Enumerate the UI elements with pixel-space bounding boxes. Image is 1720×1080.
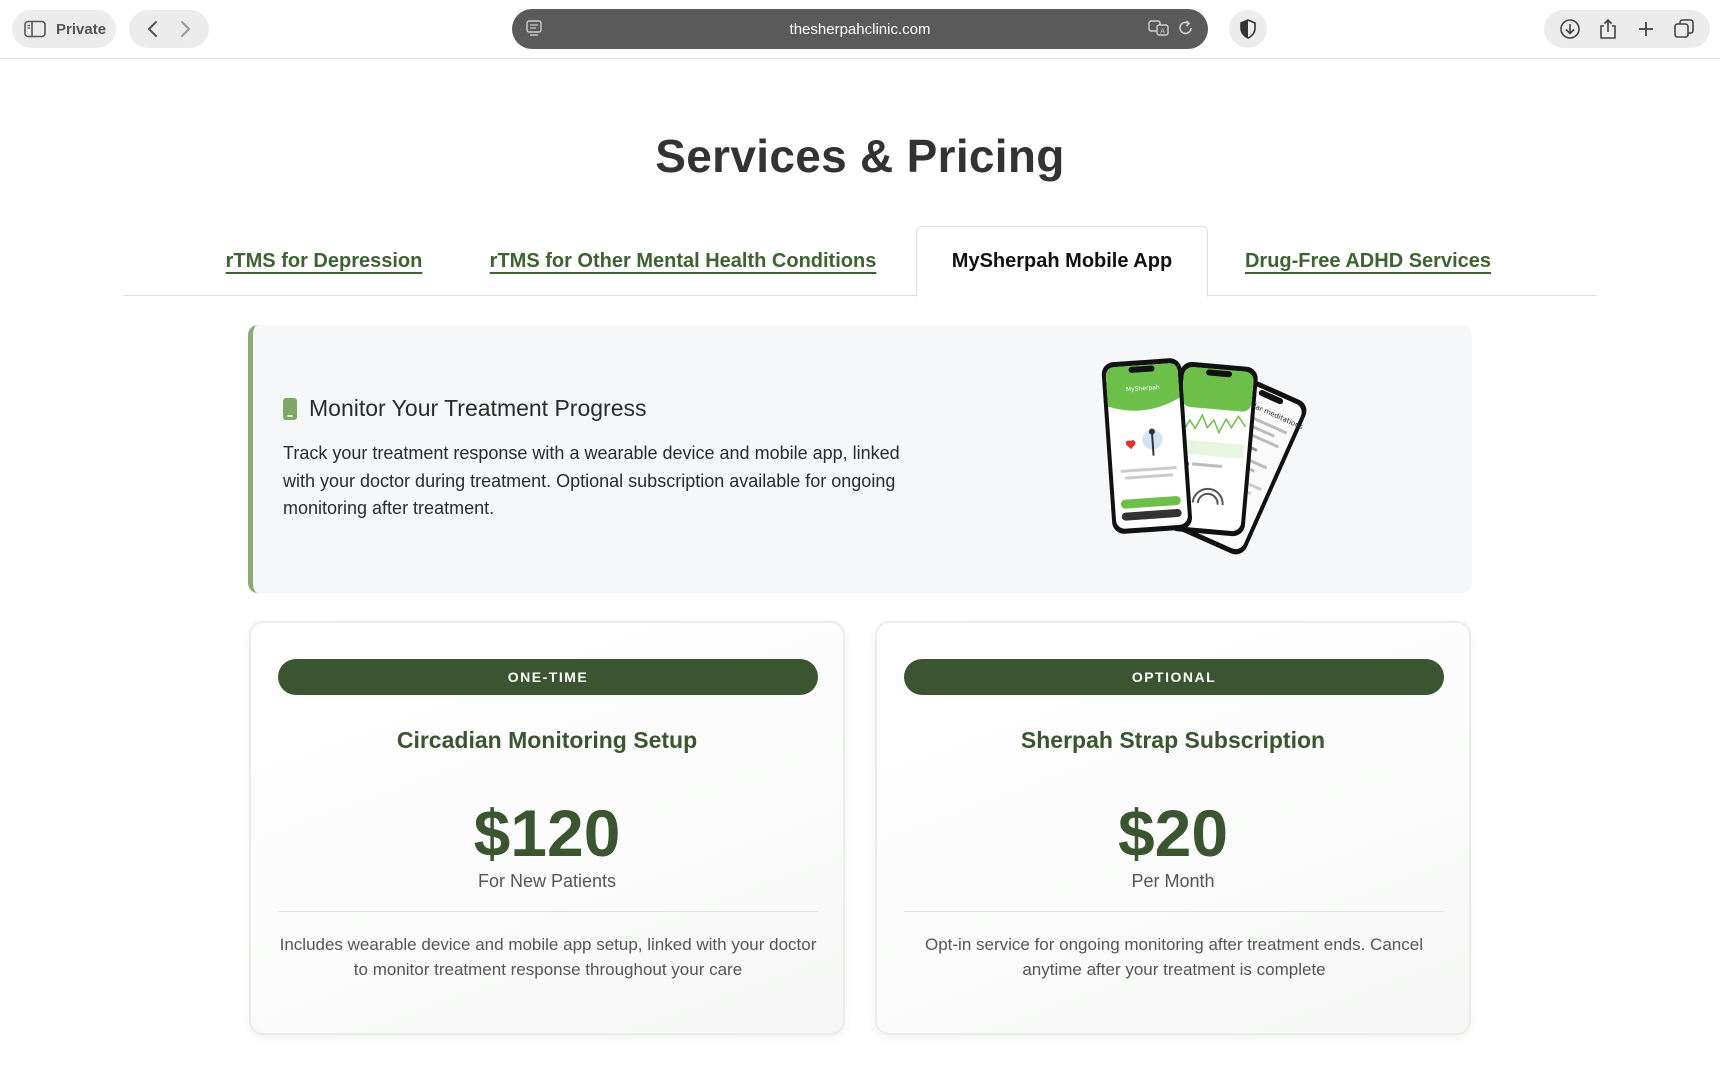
feature-title: Monitor Your Treatment Progress [309, 395, 647, 421]
price: $120 [473, 796, 621, 870]
card-title: Circadian Monitoring Setup [396, 727, 698, 753]
tab-overview-icon[interactable] [1673, 18, 1695, 40]
new-tab-icon[interactable] [1636, 19, 1656, 39]
address-bar[interactable]: thesherpahclinic.com A [512, 9, 1208, 49]
downloads-icon[interactable] [1559, 18, 1581, 40]
privacy-report-button[interactable] [1229, 10, 1267, 48]
mobile-phone-icon [283, 397, 297, 420]
pricing-card-subscription: OPTIONAL Sherpah Strap Subscription $20 … [875, 621, 1471, 1035]
tab-label: Drug-Free ADHD Services [1244, 249, 1491, 272]
toolbar-actions-pill [1544, 10, 1710, 48]
card-title: Sherpah Strap Subscription [1020, 727, 1326, 753]
card-description: Includes wearable device and mobile app … [279, 935, 817, 979]
divider [278, 911, 818, 912]
back-button[interactable] [146, 20, 160, 38]
tab-rtms-other-conditions[interactable]: rTMS for Other Mental Health Conditions [488, 226, 878, 296]
tab-label: rTMS for Other Mental Health Conditions [489, 249, 877, 272]
forward-button[interactable] [178, 20, 192, 38]
share-icon[interactable] [1598, 18, 1618, 40]
card-description: Opt-in service for ongoing monitoring af… [925, 935, 1423, 979]
badge-optional: OPTIONAL [904, 659, 1444, 695]
private-window-button[interactable]: Private [12, 10, 116, 48]
price-subtitle: Per Month [1131, 871, 1215, 891]
price-subtitle: For New Patients [477, 871, 617, 891]
translate-icon[interactable]: A [1148, 19, 1170, 37]
toolbar-actions [1544, 10, 1710, 48]
tab-rtms-depression[interactable]: rTMS for Depression [219, 226, 429, 296]
feature-description: Track your treatment response with a wea… [283, 443, 900, 518]
navigation-buttons [129, 10, 209, 48]
feature-panel: Monitor Your Treatment Progress Track yo… [248, 325, 1472, 593]
private-label: Private [56, 20, 107, 38]
app-phones-image: Popular meditations MySherpah [1089, 355, 1339, 570]
reload-icon[interactable] [1178, 19, 1194, 37]
tab-drug-free-adhd[interactable]: Drug-Free ADHD Services [1223, 226, 1513, 296]
tab-label: MySherpah Mobile App [951, 250, 1173, 272]
divider [904, 911, 1444, 912]
tab-label: rTMS for Depression [225, 249, 423, 272]
url-text: thesherpahclinic.com [789, 20, 931, 38]
svg-text:A: A [1160, 28, 1165, 36]
pricing-card-setup: ONE-TIME Circadian Monitoring Setup $120… [249, 621, 845, 1035]
shield-icon [1240, 19, 1256, 39]
badge-one-time: ONE-TIME [278, 659, 818, 695]
feature-heading: Monitor Your Treatment Progress [283, 395, 647, 422]
page-menu-icon[interactable] [526, 20, 542, 43]
service-tabs: rTMS for Depression rTMS for Other Menta… [123, 226, 1597, 297]
sidebar-icon [24, 20, 46, 38]
browser-toolbar: Private thesherpahclinic.com A [0, 0, 1720, 59]
price: $20 [1117, 796, 1229, 870]
tab-mysherpah-app[interactable]: MySherpah Mobile App [916, 226, 1208, 297]
page-title: Services & Pricing [655, 129, 1065, 182]
